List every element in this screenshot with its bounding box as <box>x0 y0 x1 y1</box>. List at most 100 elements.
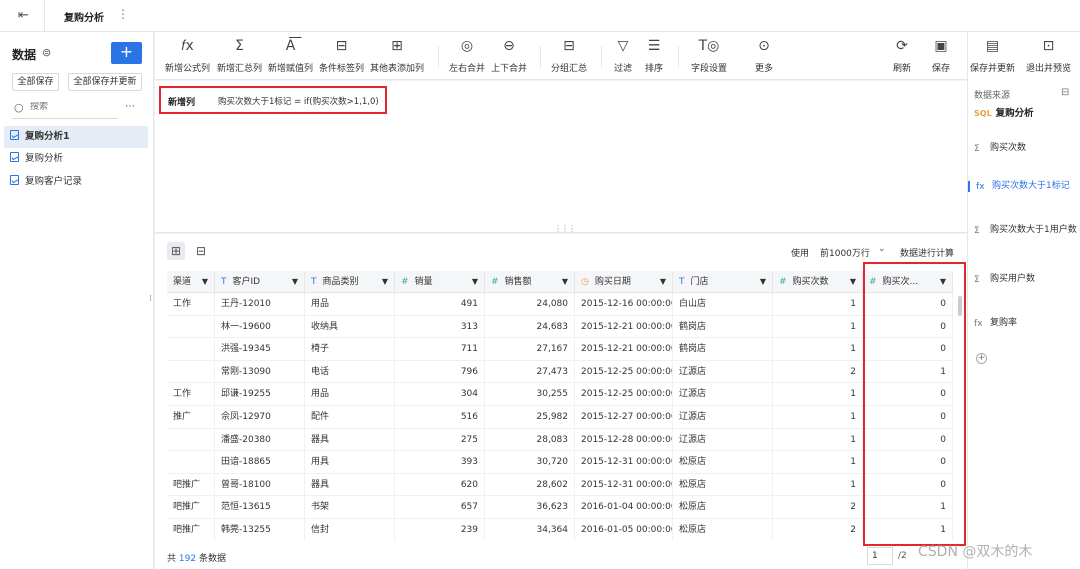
column-header[interactable]: # 购买次数 ▼ <box>773 271 863 293</box>
left-right-merge-button[interactable]: ◎ 左右合并 <box>449 36 485 74</box>
column-label: 销售额 <box>504 277 532 287</box>
dropdown-icon[interactable]: ▼ <box>472 271 478 293</box>
data-source-title: 数据来源 <box>974 91 1011 101</box>
sidebar-item-customer-records[interactable]: 复购客户记录 <box>4 171 148 193</box>
table-row[interactable]: 吧推广 范恒-13615 书架 657 36,623 2016-01-04 00:00:0… <box>167 496 953 519</box>
dropdown-icon[interactable]: ▼ <box>760 271 766 293</box>
table-cell: 27,167 <box>485 338 575 361</box>
step-item-purchase-users[interactable]: Σ 购买用户数 <box>968 274 1080 285</box>
table-cell: 器具 <box>305 473 395 496</box>
expand-icon[interactable]: ⊟ <box>1061 87 1069 98</box>
page-input[interactable]: 1 <box>867 547 893 565</box>
column-header[interactable]: T 商品类别 ▼ <box>305 271 395 293</box>
step-item-repurchase-users[interactable]: Σ 购买次数大于1用户数 <box>968 225 1080 236</box>
table-row[interactable]: 常刚-13090 电话 796 27,473 2015-12-25 00:00:00 辽源… <box>167 360 953 384</box>
up-down-merge-button[interactable]: ⊖ 上下合并 <box>491 36 527 74</box>
settings-circle-icon[interactable]: ⊜ <box>42 46 51 59</box>
column-header[interactable]: # 销售额 ▼ <box>485 271 575 293</box>
filter-button[interactable]: ▽ 过滤 <box>614 36 632 74</box>
group-icon: ⊟ <box>563 38 575 54</box>
table-row[interactable]: 洪强-19345 椅子 711 27,167 2015-12-21 00:00:00 鹤岗… <box>167 338 953 361</box>
sigma-icon: Σ <box>974 144 980 154</box>
group-summary-button[interactable]: ⊟ 分组汇总 <box>551 36 587 74</box>
table-cell: 用品 <box>305 383 395 406</box>
row-limit-select[interactable]: 前1000万行 <box>820 246 870 259</box>
step-item-repurchase-rate[interactable]: fx 复购率 <box>968 318 1080 329</box>
data-source-name[interactable]: SQL 复购分析 <box>974 105 1034 119</box>
sidebar-item-repurchase-1[interactable]: 复购分析1 <box>4 126 148 148</box>
collapse-icon[interactable]: ⇤ <box>18 8 29 23</box>
table-row[interactable]: 林一-19600 收纳具 313 24,683 2015-12-21 00:00:00 鹤… <box>167 315 953 339</box>
save-button[interactable]: ▣ 保存 <box>932 36 950 74</box>
divider <box>438 46 439 68</box>
table-row[interactable]: 工作 王丹-12010 用品 491 24,080 2015-12-16 00:00:00… <box>167 293 953 316</box>
add-condition-tag-column-button[interactable]: ⊟ 条件标签列 <box>319 36 364 74</box>
step-item-purchase-count[interactable]: Σ 购买次数 <box>968 143 1080 154</box>
field-settings-button[interactable]: T◎ 字段设置 <box>691 36 727 74</box>
sort-button[interactable]: ☰ 排序 <box>645 36 663 74</box>
vertical-scrollbar[interactable] <box>958 296 962 316</box>
more-button[interactable]: ⊙ 更多 <box>755 36 773 74</box>
column-header[interactable]: T 门店 ▼ <box>673 271 773 293</box>
table-row[interactable]: 吧推广 曾哥-18100 器具 620 28,602 2015-12-31 00:00:0… <box>167 473 953 497</box>
sidebar-item-repurchase[interactable]: 复购分析 <box>4 148 148 170</box>
sigma-icon: Σ <box>974 226 980 236</box>
refresh-button[interactable]: ⟳ 刷新 <box>893 36 911 74</box>
column-header[interactable]: ◷ 购买日期 ▼ <box>575 271 673 293</box>
add-assign-column-button[interactable]: A͞ 新增赋值列 <box>268 36 313 74</box>
formula-expression[interactable]: 购买次数大于1标记 = if(购买次数>1,1,0) <box>218 95 379 107</box>
more-options-icon[interactable]: ⋯ <box>125 101 135 112</box>
table-cell: 657 <box>395 496 485 519</box>
text-type-icon: T <box>221 277 227 287</box>
table-view-icon[interactable]: ⊟ <box>192 242 210 260</box>
more-vertical-icon[interactable]: ⋮ <box>117 7 129 21</box>
table-cell: 2015-12-25 00:00:00 <box>575 383 673 406</box>
use-label: 使用 <box>791 249 810 259</box>
dropdown-icon[interactable]: ▼ <box>850 271 856 293</box>
new-column-box[interactable]: 新增列 购买次数大于1标记 = if(购买次数>1,1,0) <box>159 86 387 114</box>
chevron-down-icon[interactable]: ⌄ <box>878 244 886 254</box>
resize-handle[interactable]: ⋮⋮⋮ <box>554 224 576 233</box>
save-update-icon: ▤ <box>985 38 1000 54</box>
table-cell: 2015-12-21 00:00:00 <box>575 315 673 338</box>
save-all-button[interactable]: 全部保存 <box>12 73 59 91</box>
grid-view-icon[interactable]: ⊞ <box>167 242 185 260</box>
dropdown-icon[interactable]: ▼ <box>202 271 208 293</box>
search-input[interactable] <box>30 102 116 112</box>
add-formula-column-button[interactable]: 𝑓x 新增公式列 <box>165 36 210 74</box>
table-cell <box>167 338 215 361</box>
text-type-icon: T <box>311 277 317 287</box>
table-row[interactable]: 工作 邱谦-19255 用品 304 30,255 2015-12-25 00:00:00… <box>167 383 953 406</box>
table-cell: 304 <box>395 383 485 406</box>
number-type-icon: # <box>401 277 409 287</box>
column-label: 门店 <box>690 277 709 287</box>
tab-title[interactable]: 复购分析 <box>64 9 104 24</box>
add-column-from-other-table-button[interactable]: ⊞ 其他表添加列 <box>370 36 424 74</box>
column-header[interactable]: # 销量 ▼ <box>395 271 485 293</box>
add-step-icon[interactable]: + <box>976 353 987 364</box>
table-header: 渠道 ▼ T 客户ID ▼ T 商品类别 ▼ # 销量 ▼ # 销售额 ▼ ◷ 购买日期 ▼ T 门店 ▼ # 购买次数 ▼… <box>167 271 953 293</box>
save-and-update-button[interactable]: ▤ 保存并更新 <box>970 36 1015 74</box>
exit-and-preview-button[interactable]: ⊡ 退出并预览 <box>1026 36 1071 74</box>
table-cell: 辽源店 <box>673 360 773 383</box>
column-header[interactable]: 渠道 ▼ <box>167 271 215 293</box>
dropdown-icon[interactable]: ▼ <box>562 271 568 293</box>
formula-icon: fx <box>974 319 983 329</box>
field-settings-icon: T◎ <box>698 38 720 54</box>
column-header[interactable]: T 客户ID ▼ <box>215 271 305 293</box>
table-row[interactable]: 潘盛-20380 器具 275 28,083 2015-12-28 00:00:00 辽源… <box>167 428 953 452</box>
step-item-purchase-flag[interactable]: fx 购买次数大于1标记 <box>968 181 1080 192</box>
add-summary-column-button[interactable]: Σ 新增汇总列 <box>217 36 262 74</box>
save-all-update-button[interactable]: 全部保存并更新 <box>68 73 142 91</box>
table-cell: 620 <box>395 473 485 496</box>
table-cell: 吧推广 <box>167 519 215 541</box>
dropdown-icon[interactable]: ▼ <box>382 271 388 293</box>
drag-handle[interactable]: ⁞ <box>149 294 152 304</box>
dropdown-icon[interactable]: ▼ <box>292 271 298 293</box>
left-sidebar: 数据 ⊜ + 全部保存 全部保存并更新 ○ ⋯ 复购分析1 复购分析 复购客户记… <box>0 32 154 569</box>
add-button[interactable]: + <box>111 42 142 64</box>
dropdown-icon[interactable]: ▼ <box>660 271 666 293</box>
table-row[interactable]: 推广 佘凤-12970 配件 516 25,982 2015-12-27 00:00:00… <box>167 406 953 429</box>
table-row[interactable]: 吧推广 韩莞-13255 信封 239 34,364 2016-01-05 00:00:0… <box>167 519 953 541</box>
table-row[interactable]: 田谙-18865 用具 393 30,720 2015-12-31 00:00:00 松原… <box>167 451 953 474</box>
